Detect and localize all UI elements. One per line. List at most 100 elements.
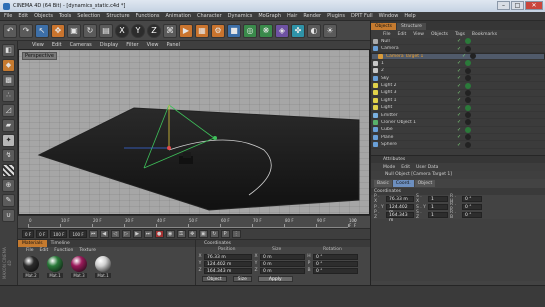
object-list-item[interactable]: Plane ✓ bbox=[371, 134, 545, 142]
current-frame-field[interactable]: 0 F bbox=[36, 230, 49, 238]
y-axis-lock-button[interactable]: Y bbox=[131, 23, 145, 38]
z-axis-lock-button[interactable]: Z bbox=[147, 23, 161, 38]
point-level-key-icon[interactable]: ⋮ bbox=[231, 230, 241, 238]
attribute-p-field[interactable]: 124.402 m bbox=[386, 204, 414, 215]
material-tag-icon[interactable] bbox=[465, 75, 471, 82]
size-x-field[interactable]: 0 m bbox=[260, 253, 305, 260]
attr-menu-edit[interactable]: Edit bbox=[401, 165, 410, 170]
visibility-check-icon[interactable]: ✓ bbox=[457, 46, 463, 52]
tab-basic[interactable]: Basic bbox=[374, 179, 392, 187]
material-item[interactable]: Mat.1 bbox=[46, 256, 64, 278]
parameter-key-icon[interactable]: P bbox=[220, 230, 230, 238]
scale-key-icon[interactable]: ▣ bbox=[198, 230, 208, 238]
start-frame-field[interactable]: 0 F bbox=[22, 230, 35, 238]
rotate-tool-icon[interactable]: ↻ bbox=[83, 23, 97, 38]
prev-key-icon[interactable]: ◀ bbox=[99, 230, 109, 238]
attribute-r-field[interactable]: 0 ° bbox=[462, 196, 482, 202]
attribute-p-field[interactable]: 76.33 m bbox=[386, 196, 414, 202]
object-list-item[interactable]: Sky ✓ bbox=[371, 75, 545, 83]
material-tag-icon[interactable] bbox=[465, 97, 471, 104]
position-y-field[interactable]: 124.402 m bbox=[204, 260, 252, 267]
menu-functions[interactable]: Functions bbox=[136, 13, 160, 19]
object-list-item[interactable]: 1 ✓ bbox=[371, 60, 545, 68]
material-tag-icon[interactable] bbox=[465, 126, 471, 133]
texture-mode-icon[interactable]: ▩ bbox=[2, 74, 15, 87]
viewport-menu-edit[interactable]: Edit bbox=[52, 42, 62, 48]
menu-structure[interactable]: Structure bbox=[106, 13, 129, 19]
timeline-ruler[interactable]: 0 10 F 20 F 30 F 40 F 50 F 60 F 70 F 80 F 90 F 100… bbox=[18, 215, 370, 228]
object-list-item[interactable]: Light 3 ✓ bbox=[371, 89, 545, 98]
snapping-icon[interactable]: ⊕ bbox=[2, 179, 15, 192]
menu-plugins[interactable]: Plugins bbox=[327, 13, 345, 19]
menu-mograph[interactable]: MoGraph bbox=[258, 13, 281, 19]
magnet-icon[interactable]: ∪ bbox=[2, 209, 15, 222]
rotation-b-field[interactable]: 0 ° bbox=[313, 267, 358, 274]
tab-object[interactable]: Object bbox=[414, 179, 436, 187]
attribute-s-field[interactable]: 1 bbox=[428, 204, 448, 210]
material-tag-icon[interactable] bbox=[465, 60, 471, 67]
workplane-icon[interactable] bbox=[2, 164, 15, 177]
visibility-check-icon[interactable]: ✓ bbox=[457, 83, 463, 89]
minimize-button[interactable]: – bbox=[497, 1, 510, 10]
material-tag-icon[interactable] bbox=[470, 53, 476, 60]
material-item[interactable]: Mat.2 bbox=[22, 256, 40, 278]
object-list-item[interactable]: Light 2 ✓ bbox=[371, 82, 545, 90]
paint-icon[interactable]: ✎ bbox=[2, 194, 15, 207]
coordinate-mode-dropdown[interactable]: Object bbox=[202, 276, 227, 282]
array-icon[interactable]: ❋ bbox=[259, 23, 273, 38]
scale-tool-icon[interactable]: ▣ bbox=[67, 23, 81, 38]
material-tag-icon[interactable] bbox=[465, 134, 471, 141]
visibility-check-icon[interactable]: ✓ bbox=[462, 53, 468, 59]
visibility-check-icon[interactable]: ✓ bbox=[457, 112, 463, 118]
max-frame-field[interactable]: 100 F bbox=[69, 230, 87, 238]
menu-objects[interactable]: Objects bbox=[34, 13, 53, 19]
apply-button[interactable]: Apply bbox=[257, 276, 293, 282]
attribute-s-field[interactable]: 1 bbox=[428, 212, 448, 218]
close-button[interactable]: ✕ bbox=[525, 1, 543, 10]
light-icon[interactable]: ☀ bbox=[323, 23, 337, 38]
maximize-button[interactable]: □ bbox=[511, 1, 524, 10]
menu-help[interactable]: Help bbox=[404, 13, 415, 19]
play-forwards-icon[interactable]: ▷ bbox=[121, 230, 131, 238]
viewport-menu-panel[interactable]: Panel bbox=[167, 42, 181, 48]
material-tag-icon[interactable] bbox=[465, 38, 471, 45]
end-frame-field[interactable]: 100 F bbox=[50, 230, 68, 238]
material-tag-icon[interactable] bbox=[465, 45, 471, 52]
material-tag-icon[interactable] bbox=[465, 104, 471, 111]
size-mode-dropdown[interactable]: Size bbox=[232, 276, 252, 282]
visibility-check-icon[interactable]: ✓ bbox=[457, 142, 463, 148]
visibility-check-icon[interactable]: ✓ bbox=[457, 134, 463, 140]
object-list-item[interactable]: Emitter ✓ bbox=[371, 112, 545, 120]
undo-icon[interactable]: ↶ bbox=[3, 23, 17, 38]
x-axis-lock-button[interactable]: X bbox=[115, 23, 129, 38]
menu-dpit[interactable]: DPIT Full bbox=[351, 13, 373, 19]
om-menu-view[interactable]: View bbox=[413, 32, 424, 37]
viewport-menu-view2[interactable]: View bbox=[147, 42, 159, 48]
om-menu-edit[interactable]: Edit bbox=[398, 32, 407, 37]
material-tag-icon[interactable] bbox=[465, 119, 471, 126]
go-to-end-icon[interactable]: ⏭ bbox=[143, 230, 153, 238]
menu-tools[interactable]: Tools bbox=[59, 13, 71, 19]
rotation-h-field[interactable]: 0 ° bbox=[313, 253, 358, 260]
tab-objects[interactable]: Objects bbox=[371, 23, 397, 30]
visibility-check-icon[interactable]: ✓ bbox=[457, 60, 463, 66]
make-editable-icon[interactable]: ◧ bbox=[2, 44, 15, 57]
material-item[interactable]: Mat.3 bbox=[70, 256, 88, 278]
tab-materials[interactable]: Materials bbox=[18, 240, 47, 247]
object-list-item[interactable]: Cloner Object 1 ✓ bbox=[371, 119, 545, 127]
deformer-icon[interactable]: ◈ bbox=[275, 23, 289, 38]
material-menu-file[interactable]: File bbox=[26, 248, 34, 253]
material-tag-icon[interactable] bbox=[465, 82, 471, 89]
attribute-s-field[interactable]: 1 bbox=[428, 196, 448, 202]
visibility-check-icon[interactable]: ✓ bbox=[457, 68, 463, 74]
redo-icon[interactable]: ↷ bbox=[19, 23, 33, 38]
attribute-r-field[interactable]: 0 ° bbox=[462, 204, 482, 210]
cube-primitive-icon[interactable]: ■ bbox=[227, 23, 241, 38]
material-tag-icon[interactable] bbox=[465, 67, 471, 74]
move-tool-icon[interactable]: ✥ bbox=[51, 23, 65, 38]
go-to-start-icon[interactable]: ⏮ bbox=[88, 230, 98, 238]
menu-file[interactable]: File bbox=[4, 13, 12, 19]
visibility-check-icon[interactable]: ✓ bbox=[457, 90, 463, 96]
material-tag-icon[interactable] bbox=[465, 89, 471, 96]
3d-viewport[interactable]: Perspective bbox=[18, 49, 370, 215]
